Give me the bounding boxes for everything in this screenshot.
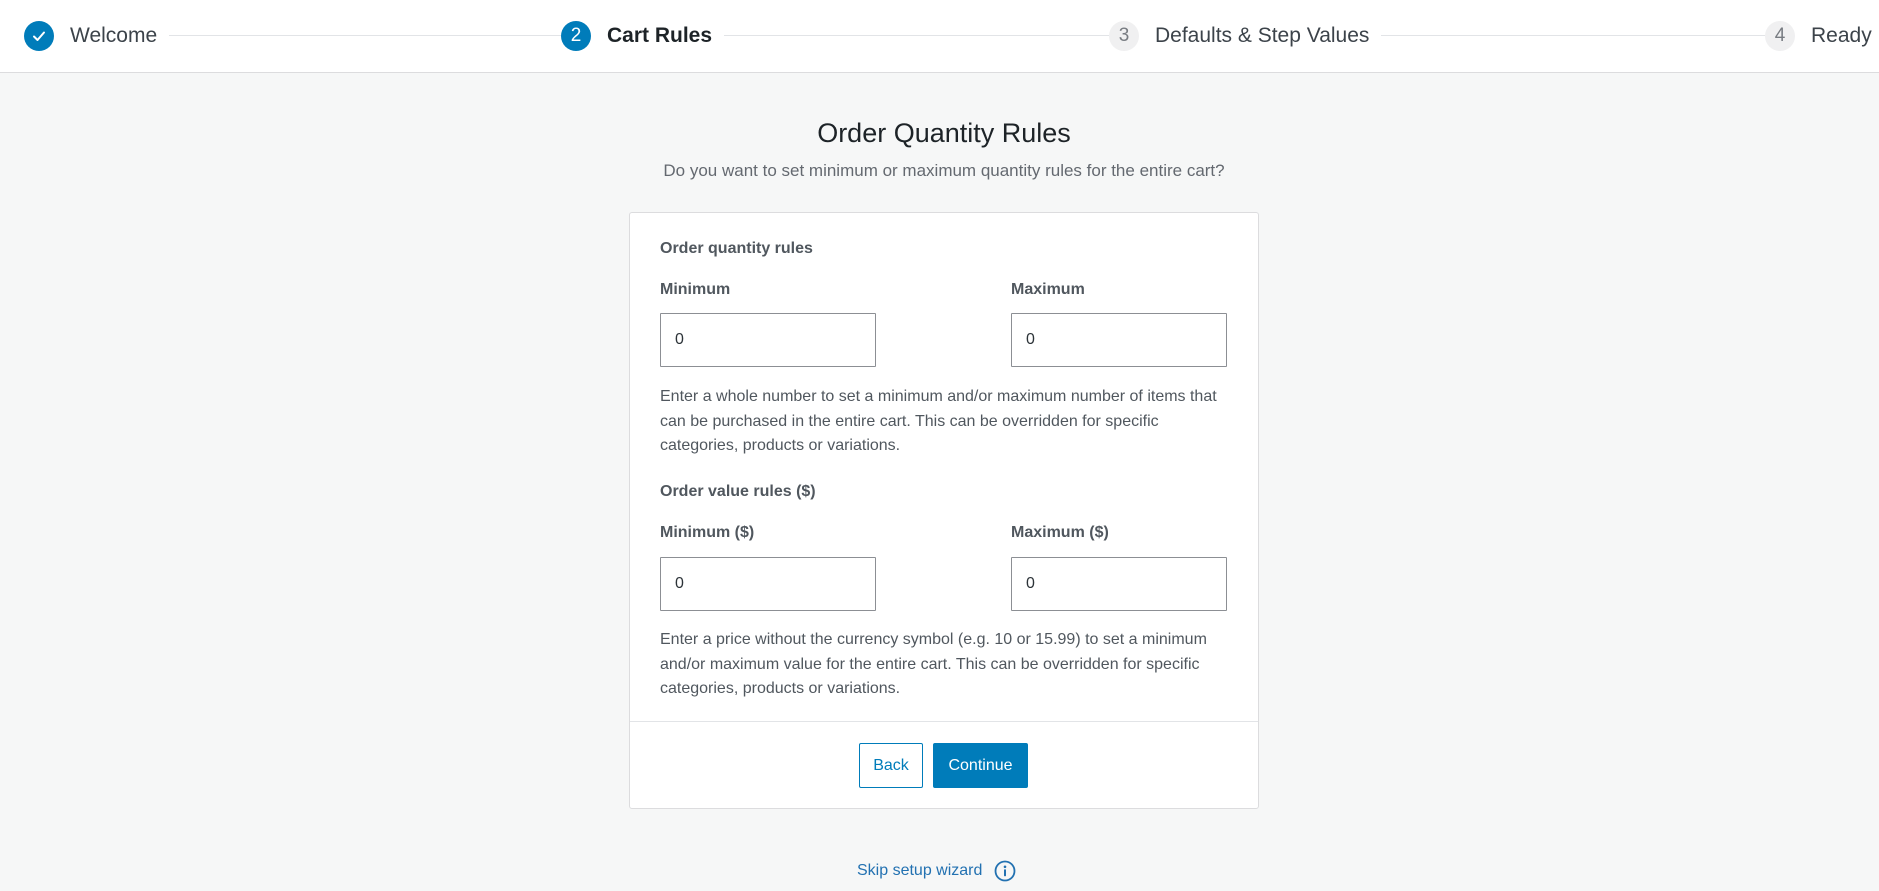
checkmark-icon	[24, 21, 54, 51]
value-min-input[interactable]	[660, 557, 876, 611]
step-number: 4	[1765, 21, 1795, 51]
value-max-label: Maximum ($)	[1011, 524, 1109, 541]
step-label: Defaults & Step Values	[1155, 24, 1370, 47]
step-number: 3	[1109, 21, 1139, 51]
step-label: Ready	[1811, 24, 1872, 47]
step-label: Cart Rules	[607, 24, 713, 47]
skip-setup-link[interactable]: Skip setup wizard	[857, 860, 1016, 882]
cart-rules-card: Order quantity rules Minimum Maximum Ent…	[629, 212, 1259, 809]
value-max-input[interactable]	[1011, 557, 1227, 611]
continue-button[interactable]: Continue	[933, 743, 1028, 788]
quantity-rules-title: Order quantity rules	[660, 240, 813, 257]
setup-stepper: Welcome 2 Cart Rules 3 Defaults & Step V…	[0, 0, 1879, 73]
value-rules-title: Order value rules ($)	[660, 483, 816, 500]
quantity-max-input[interactable]	[1011, 313, 1227, 367]
value-min-label: Minimum ($)	[660, 524, 755, 541]
page-title: Order Quantity Rules	[817, 118, 1071, 148]
back-button[interactable]: Back	[859, 743, 923, 788]
step-defaults[interactable]: 3 Defaults & Step Values	[1109, 0, 1382, 72]
step-ready[interactable]: 4 Ready	[1765, 0, 1879, 72]
skip-setup-label: Skip setup wizard	[857, 862, 983, 879]
quantity-min-label: Minimum	[660, 281, 731, 298]
step-cart-rules[interactable]: 2 Cart Rules	[561, 0, 725, 72]
quantity-rules-help: Enter a whole number to set a minimum an…	[660, 388, 1217, 454]
card-footer: Back Continue	[630, 721, 1258, 809]
value-rules-help: Enter a price without the currency symbo…	[660, 631, 1207, 697]
info-icon[interactable]	[994, 860, 1016, 882]
stepper-track	[150, 35, 1850, 36]
page-subtitle: Do you want to set minimum or maximum qu…	[663, 161, 1225, 180]
step-welcome[interactable]: Welcome	[24, 0, 170, 72]
quantity-max-label: Maximum	[1011, 281, 1085, 298]
quantity-min-input[interactable]	[660, 313, 876, 367]
step-label: Welcome	[70, 24, 158, 47]
step-number: 2	[561, 21, 591, 51]
